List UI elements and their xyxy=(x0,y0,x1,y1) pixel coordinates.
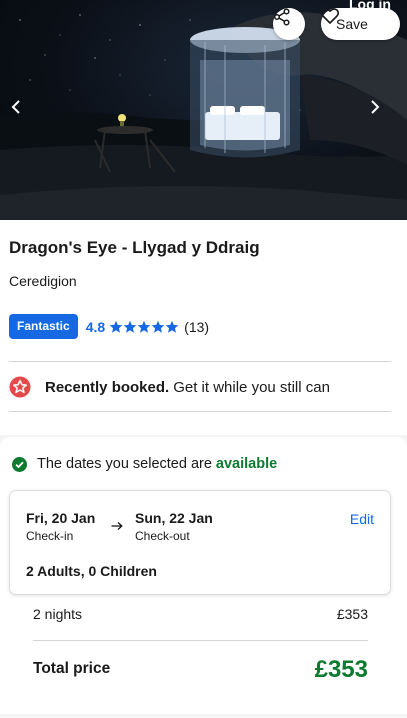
star-icon xyxy=(151,320,165,334)
rating-stars xyxy=(109,320,179,334)
rating-badge: Fantastic xyxy=(9,314,78,339)
next-photo-button[interactable] xyxy=(370,100,390,120)
nights-label: 2 nights xyxy=(33,606,83,622)
availability-status-text: available xyxy=(215,456,278,472)
check-in-block[interactable]: Fri, 20 Jan Check-in xyxy=(26,510,95,543)
property-title: Dragon's Eye - Llygad y Ddraig xyxy=(9,238,260,257)
property-location: Ceredigion xyxy=(9,273,77,289)
arrow-right-icon xyxy=(111,521,123,531)
check-out-label: Check-out xyxy=(135,529,190,543)
availability-status: The dates you selected are available xyxy=(12,456,277,472)
star-icon xyxy=(137,320,151,334)
recently-booked-text: Get it while you still can xyxy=(173,378,330,396)
check-out-date: Sun, 22 Jan xyxy=(135,510,213,526)
guest-summary[interactable]: 2 Adults, 0 Children xyxy=(26,563,157,579)
recently-booked-label: Recently booked. xyxy=(45,378,170,396)
share-button[interactable] xyxy=(273,8,305,40)
total-price-row: Total price £353 xyxy=(33,656,368,684)
star-icon xyxy=(165,320,179,334)
divider xyxy=(33,640,368,641)
star-icon xyxy=(109,320,123,334)
availability-prefix: The dates you selected are xyxy=(37,456,212,472)
save-button-label: Save xyxy=(336,16,368,32)
dates-card: Fri, 20 Jan Check-in Sun, 22 Jan Check-o… xyxy=(9,490,391,595)
recently-booked-notice: Recently booked. Get it while you still … xyxy=(9,376,330,398)
save-button[interactable]: Save xyxy=(321,8,400,40)
divider xyxy=(9,411,391,412)
divider xyxy=(9,361,391,362)
property-hero-image[interactable]: Log in Save xyxy=(0,0,407,220)
nights-price: £353 xyxy=(336,606,368,622)
rating-summary[interactable]: Fantastic 4.8 (13) xyxy=(9,314,209,339)
availability-section: The dates you selected are available Fri… xyxy=(0,437,407,714)
total-price-amount: £353 xyxy=(314,656,368,683)
check-in-label: Check-in xyxy=(26,529,74,543)
total-price-label: Total price xyxy=(33,660,111,677)
review-count[interactable]: (13) xyxy=(184,319,209,335)
rating-score: 4.8 xyxy=(85,318,106,335)
edit-dates-button[interactable]: Edit xyxy=(350,511,374,527)
check-in-date: Fri, 20 Jan xyxy=(26,510,96,526)
nights-price-row: 2 nights £353 xyxy=(33,606,368,622)
property-details: Dragon's Eye - Llygad y Ddraig Ceredigio… xyxy=(0,220,407,435)
previous-photo-button[interactable] xyxy=(11,100,31,120)
check-out-block[interactable]: Sun, 22 Jan Check-out xyxy=(135,510,213,543)
star-icon xyxy=(123,320,137,334)
star-badge-icon xyxy=(9,376,31,398)
check-circle-icon xyxy=(12,456,27,472)
